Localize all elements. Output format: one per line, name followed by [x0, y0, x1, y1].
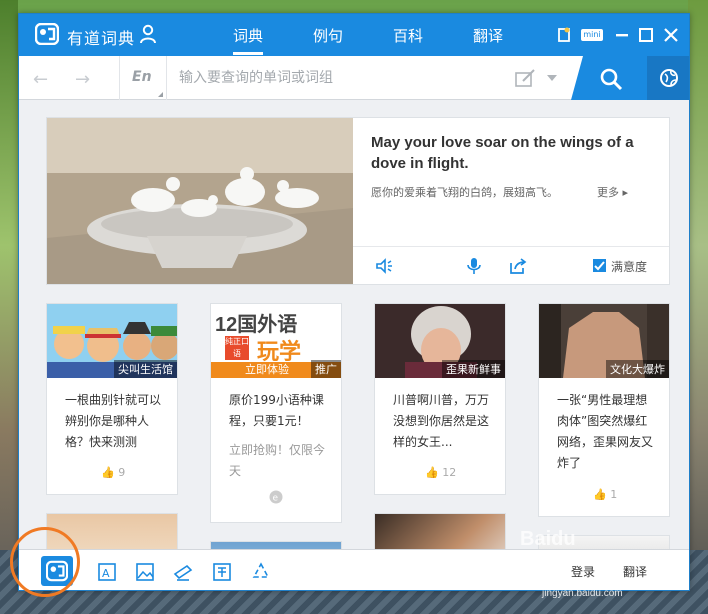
tab-dictionary[interactable]: 词典: [233, 25, 264, 55]
ad-banner-headline: 12国外语: [215, 314, 298, 336]
maximize-icon[interactable]: [637, 26, 655, 44]
share-icon[interactable]: [509, 257, 527, 275]
mini-mode-button[interactable]: mini: [581, 29, 603, 41]
card-4-tag: 文化大爆炸: [606, 360, 669, 378]
card-1-tag: 尖叫生活馆: [114, 360, 177, 378]
globe-icon: [660, 69, 678, 87]
card-1-title: 一根曲别针就可以辨别你是哪种人格？快来测测: [65, 393, 162, 449]
desktop-background-right: [688, 0, 708, 614]
human-translate-icon[interactable]: [212, 562, 232, 582]
web-search-button[interactable]: [647, 56, 689, 100]
card-4-title: 一张“男性最理想肉体”图突然爆红网络，歪果网友又炸了: [557, 393, 654, 470]
back-arrow-icon[interactable]: ←: [33, 69, 48, 90]
forward-arrow-icon[interactable]: →: [75, 69, 90, 90]
ad-card-2[interactable]: 12国外语 纯正口语 玩学 立即体验 推广 原价199小语种课程，只要1元！ 立…: [210, 303, 342, 523]
news-card-6[interactable]: [210, 541, 342, 549]
news-card-1[interactable]: 尖叫生活馆 一根曲别针就可以辨别你是哪种人格？快来测测 👍 9: [46, 303, 178, 495]
tab-example-sentences[interactable]: 例句: [313, 25, 343, 46]
search-input[interactable]: [179, 64, 499, 92]
card-2-subtitle: 立即抢购！仅限今天: [229, 443, 326, 478]
dove-photo: [47, 118, 353, 284]
ad-banner-badge: 纯正口语: [225, 336, 249, 360]
daily-sentence-english: May your love soar on the wings of a dov…: [371, 134, 634, 172]
youdao-logo-icon: [35, 23, 59, 45]
news-card-7[interactable]: [374, 513, 506, 549]
minimize-icon[interactable]: [613, 26, 631, 44]
search-button[interactable]: [571, 56, 647, 100]
home-content: May your love soar on the wings of a dov…: [19, 101, 689, 549]
word-book-icon[interactable]: A: [97, 562, 117, 582]
daily-sentence-translation: 愿你的爱乘着飞翔的白鸽，展翅高飞。: [371, 186, 558, 199]
speaker-icon[interactable]: [375, 257, 393, 275]
home-button[interactable]: [41, 556, 73, 586]
translate-link[interactable]: 翻译: [623, 563, 647, 580]
recycle-icon[interactable]: [251, 562, 271, 582]
daily-sentence-card: May your love soar on the wings of a dov…: [46, 117, 670, 285]
satisfaction-toggle[interactable]: 满意度: [593, 258, 648, 275]
search-bar: ← → En: [19, 56, 689, 100]
card-3-image: 歪果新鲜事: [375, 304, 505, 378]
daily-toolbar: 满意度: [353, 246, 669, 284]
ad-source-icon: e: [269, 490, 283, 504]
card-4-image: 文化大爆炸: [539, 304, 669, 378]
language-label: En: [132, 69, 152, 85]
check-icon: [594, 261, 605, 271]
card-1-like-count: 9: [118, 466, 126, 479]
user-icon[interactable]: [139, 24, 157, 44]
microphone-icon[interactable]: [465, 257, 483, 275]
desktop-background-left: [0, 0, 18, 614]
news-card-4[interactable]: 文化大爆炸 一张“男性最理想肉体”图突然爆红网络，歪果网友又炸了 👍 1: [538, 303, 670, 517]
bottom-toolbar: A 登录 翻译: [19, 549, 689, 590]
app-title: 有道词典: [67, 29, 136, 48]
card-4-likes[interactable]: 👍 1: [593, 488, 617, 501]
doc-translate-icon[interactable]: [173, 562, 193, 582]
svg-text:A: A: [102, 567, 110, 580]
card-3-likes[interactable]: 👍 12: [425, 466, 456, 479]
baidu-watermark: Baidu: [520, 528, 576, 550]
news-card-5[interactable]: [46, 513, 178, 549]
title-bar[interactable]: 有道词典 词典 例句 百科 翻译 mini: [19, 14, 689, 56]
card-3-title: 川普啊川普，万万没想到你居然是这样的女王...: [393, 393, 490, 449]
language-selector[interactable]: En: [119, 56, 167, 100]
close-icon[interactable]: [662, 26, 680, 44]
card-1-image: 尖叫生活馆: [47, 304, 177, 378]
youdao-home-icon: [46, 560, 68, 582]
skin-icon[interactable]: [555, 26, 573, 44]
handwriting-dropdown-icon[interactable]: [547, 75, 557, 81]
card-2-tag: 推广: [311, 360, 341, 378]
search-icon: [600, 68, 623, 91]
tab-translate[interactable]: 翻译: [473, 25, 503, 46]
more-link-label: 更多: [597, 186, 619, 199]
thumbs-up-icon: 👍: [593, 488, 607, 501]
more-link[interactable]: 更多 ▸: [597, 184, 628, 200]
language-caret-icon: [158, 92, 163, 97]
satisfaction-checkbox[interactable]: [593, 259, 606, 272]
card-2-title: 原价199小语种课程，只要1元！: [229, 393, 324, 428]
card-4-like-count: 1: [610, 488, 618, 501]
login-link[interactable]: 登录: [571, 563, 595, 580]
card-1-likes[interactable]: 👍 9: [101, 466, 125, 479]
youdao-dictionary-window: 有道词典 词典 例句 百科 翻译 mini ← → En 输入要查询的单词或词组…: [18, 13, 690, 591]
svg-text:e: e: [273, 494, 279, 504]
card-3-tag: 歪果新鲜事: [442, 360, 505, 378]
satisfaction-label: 满意度: [611, 260, 648, 274]
news-card-3[interactable]: 歪果新鲜事 川普啊川普，万万没想到你居然是这样的女王... 👍 12: [374, 303, 506, 495]
tab-encyclopedia[interactable]: 百科: [393, 25, 423, 46]
image-translate-icon[interactable]: [135, 562, 155, 582]
card-3-like-count: 12: [442, 466, 457, 479]
thumbs-up-icon: 👍: [101, 466, 115, 479]
thumbs-up-icon: 👍: [425, 466, 439, 479]
handwriting-icon[interactable]: [515, 68, 537, 88]
baidu-watermark-url: jingyan.baidu.com: [542, 588, 623, 599]
card-2-image: 12国外语 纯正口语 玩学 立即体验 推广: [211, 304, 341, 378]
